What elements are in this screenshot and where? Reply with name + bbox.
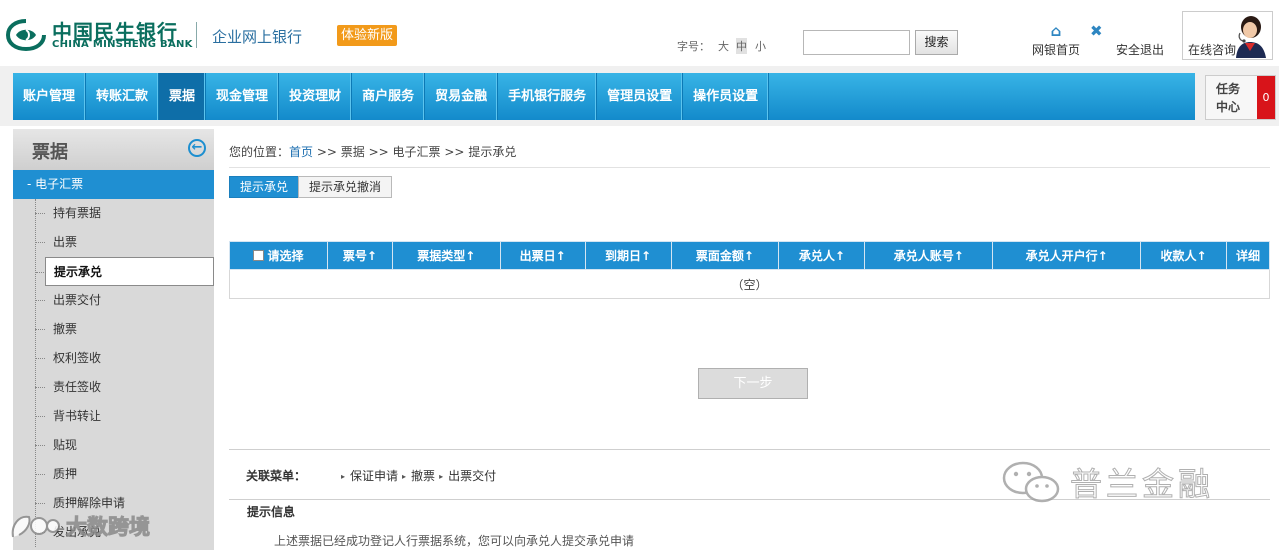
portal-name: 企业网上银行 [212,28,303,46]
font-size-large[interactable]: 大 [718,38,729,54]
safe-logout-label: 安全退出 [1115,43,1164,57]
sidebar-item-present-acceptance[interactable]: 提示承兑 [36,257,214,286]
safe-logout-link[interactable]: ✖ 安全退出 [1090,23,1170,58]
online-consult-label: 在线咨询 [1188,43,1237,57]
nav-account-management[interactable]: 账户管理 [13,73,87,120]
tab-present-acceptance[interactable]: 提示承兑 [229,176,300,198]
task-center-button[interactable]: 任务中心 0 [1205,75,1276,120]
collapse-arrow-icon[interactable]: ← [188,139,206,157]
breadcrumb-prefix: 您的位置： [229,145,290,159]
font-size-small[interactable]: 小 [755,38,766,54]
ebank-home-link[interactable]: ⌂ 网银首页 [1026,23,1086,58]
next-step-button[interactable]: 下一步 [698,368,808,399]
column-detail: 详细 [1225,241,1271,270]
nav-cash-management[interactable]: 现金管理 [206,73,280,120]
breadcrumb-divider [229,167,1270,168]
column-bill-no[interactable]: 票号↑ [326,241,393,270]
breadcrumb-home[interactable]: 首页 [289,145,313,159]
search-input[interactable] [803,30,910,55]
header-divider [196,22,197,48]
sidebar-group-electronic-draft[interactable]: - 电子汇票 [13,170,214,199]
related-link-guarantee[interactable]: 保证申请 [341,467,398,484]
related-link-cancel-bill[interactable]: 撤票 [402,467,435,484]
watermark-right-text: 普兰金融 [1069,465,1215,504]
select-all-label: 请选择 [267,249,304,263]
search-button[interactable]: 搜索 [915,30,958,55]
sidebar: 票据 ← - 电子汇票 持有票据 出票 提示承兑 出票交付 撤票 权利签收 责任… [13,129,214,550]
column-due-date[interactable]: 到期日↑ [584,241,672,270]
sidebar-item-held-bills[interactable]: 持有票据 [13,199,214,228]
breadcrumb-sep: >> [313,145,341,159]
column-acceptor[interactable]: 承兑人↑ [778,241,866,270]
sidebar-item-cancel-bill[interactable]: 撤票 [13,315,214,344]
related-divider [229,449,1270,450]
column-face-amount[interactable]: 票面金额↑ [670,241,780,270]
sidebar-item-endorsement[interactable]: 背书转让 [13,402,214,431]
ebank-home-label: 网银首页 [1031,43,1080,57]
nav-admin-settings[interactable]: 管理员设置 [597,73,684,120]
watermark-right: 普兰金融 [1000,457,1214,507]
breadcrumb-electronic-draft[interactable]: 电子汇票 [393,145,441,159]
nav-mobile-banking[interactable]: 手机银行服务 [498,73,598,120]
column-acceptor-bank[interactable]: 承兑人开户行↑ [992,241,1142,270]
sidebar-title: 票据 [32,142,68,163]
agent-avatar-icon [1236,16,1266,58]
breadcrumb-sep: >> [364,145,393,159]
bank-name-en: CHINA MINSHENG BANK [52,39,193,50]
table-header-row: 请选择 票号↑ 票据类型↑ 出票日↑ 到期日↑ 票面金额↑ 承兑人↑ 承兑人账号… [229,241,1271,270]
column-issue-date[interactable]: 出票日↑ [499,241,586,270]
select-all-header[interactable]: 请选择 [229,241,328,270]
breadcrumb-bills[interactable]: 票据 [341,145,365,159]
sidebar-item-issue-bill[interactable]: 出票 [13,228,214,257]
breadcrumb: 您的位置：首页 >> 票据 >> 电子汇票 >> 提示承兑 [229,143,516,160]
nav-bills[interactable]: 票据 [159,73,207,120]
column-payee[interactable]: 收款人↑ [1140,241,1227,270]
sidebar-item-discount[interactable]: 贴现 [13,431,214,460]
nav-merchant-services[interactable]: 商户服务 [352,73,426,120]
main-nav: 账户管理 转账汇款 票据 现金管理 投资理财 商户服务 贸易金融 手机银行服务 … [13,73,1195,120]
task-count-badge: 0 [1257,76,1275,119]
bill-table: 请选择 票号↑ 票据类型↑ 出票日↑ 到期日↑ 票面金额↑ 承兑人↑ 承兑人账号… [229,241,1271,299]
nav-operator-settings[interactable]: 操作员设置 [683,73,770,120]
select-all-checkbox[interactable] [253,250,265,261]
sidebar-list: 持有票据 出票 提示承兑 出票交付 撤票 权利签收 责任签收 背书转让 贴现 质… [13,199,214,547]
home-icon: ⌂ [1050,22,1062,40]
nav-transfer[interactable]: 转账汇款 [86,73,160,120]
watermark-left-text: 大数跨境 [66,515,151,540]
tab-present-acceptance-revoke[interactable]: 提示承兑撤消 [298,176,393,198]
trial-new-version-button[interactable]: 体验新版 [337,25,398,46]
sidebar-item-issue-delivery[interactable]: 出票交付 [13,286,214,315]
online-consult-button[interactable]: 在线咨询 [1182,11,1273,60]
empty-table-text: （空） [229,269,1270,299]
sidebar-header: 票据 ← [13,129,214,170]
related-menu-label: 关联菜单： [246,469,307,483]
tips-title: 提示信息 [247,505,296,519]
watermark-left: 大数跨境 [9,509,151,543]
table-row: （空） [229,269,1270,299]
sidebar-item-rights-receipt[interactable]: 权利签收 [13,344,214,373]
task-center-label: 任务中心 [1216,82,1241,114]
minsheng-logo-icon [6,19,46,52]
sidebar-item-liability-receipt[interactable]: 责任签收 [13,373,214,402]
nav-trade-finance[interactable]: 贸易金融 [425,73,499,120]
font-size-label: 字号： [677,40,710,53]
tips-text: 上述票据已经成功登记人行票据系统，您可以向承兑人提交承兑申请 [274,534,635,548]
close-icon: ✖ [1090,22,1103,40]
related-link-issue-delivery[interactable]: 出票交付 [439,467,496,484]
font-size-medium[interactable]: 中 [736,38,747,54]
breadcrumb-current: 提示承兑 [468,145,517,159]
related-menu-links: 保证申请 撤票 出票交付 [341,467,500,484]
nav-investment[interactable]: 投资理财 [279,73,353,120]
column-acceptor-account[interactable]: 承兑人账号↑ [864,241,994,270]
sidebar-item-pledge[interactable]: 质押 [13,460,214,489]
watermark-logo-icon [11,515,60,538]
wechat-icon [1002,461,1060,503]
breadcrumb-sep: >> [440,145,469,159]
header: 中国民生银行 CHINA MINSHENG BANK 企业网上银行 体验新版 字… [0,0,1279,66]
column-bill-type[interactable]: 票据类型↑ [391,241,501,270]
